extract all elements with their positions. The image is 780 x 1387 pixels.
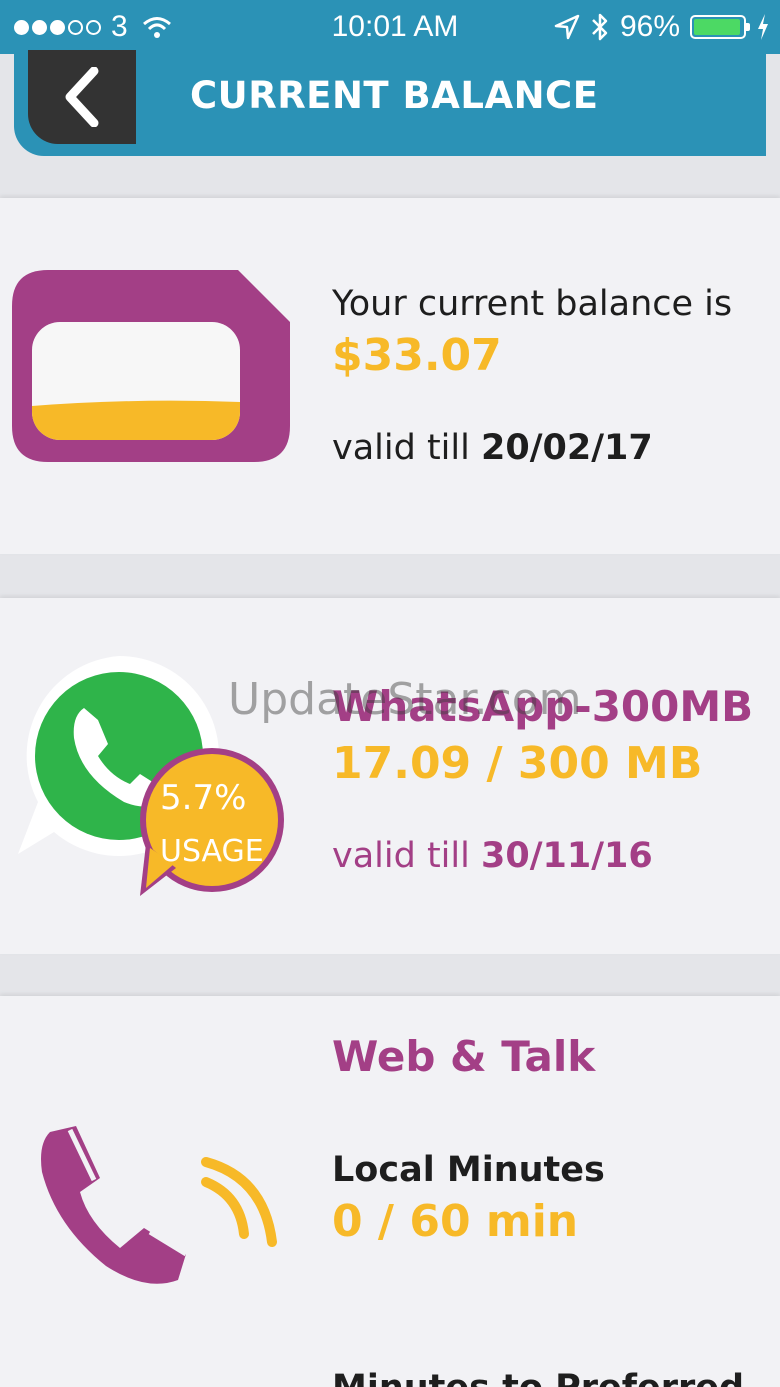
phone-icon: [41, 1126, 277, 1284]
valid-prefix: valid till: [332, 428, 470, 468]
balance-amount: $33.07: [332, 330, 502, 381]
preferred-minutes-label: Minutes to Preferred: [332, 1368, 744, 1387]
bundle-usage: 17.09 / 300 MB: [332, 738, 703, 789]
app-header: CURRENT BALANCE: [14, 50, 766, 156]
chevron-left-icon: [65, 67, 99, 127]
back-button[interactable]: [28, 50, 136, 144]
page-title: CURRENT BALANCE: [190, 74, 599, 117]
valid-date: 30/11/16: [481, 836, 653, 876]
section-title: Web & Talk: [332, 1032, 596, 1081]
local-minutes-value: 0 / 60 min: [332, 1196, 579, 1247]
battery-icon: [690, 15, 750, 39]
charging-bolt-icon: [758, 14, 768, 40]
status-right: 96%: [554, 10, 770, 44]
usage-label: USAGE: [160, 834, 264, 869]
valid-prefix: valid till: [332, 836, 470, 876]
sim-card-icon: [12, 270, 290, 462]
balance-validity: valid till 20/02/17: [332, 428, 653, 468]
watermark: UpdateStar.com: [228, 674, 582, 725]
usage-badge: [140, 748, 284, 896]
valid-date: 20/02/17: [481, 428, 653, 468]
balance-label: Your current balance is: [332, 284, 733, 324]
bundle-validity: valid till 30/11/16: [332, 836, 653, 876]
battery-percent: 96%: [619, 10, 680, 43]
status-bar: 3 10:01 AM 96%: [0, 0, 780, 54]
bluetooth-icon: [592, 13, 608, 41]
web-talk-card: Web & Talk Local Minutes 0 / 60 min Minu…: [0, 996, 780, 1387]
balance-card: Your current balance is $33.07 valid til…: [0, 198, 780, 554]
usage-percent: 5.7%: [160, 778, 247, 818]
local-minutes-label: Local Minutes: [332, 1150, 605, 1190]
whatsapp-bundle-card: 5.7% USAGE WhatsApp-300MB 17.09 / 300 MB…: [0, 598, 780, 954]
location-arrow-icon: [554, 14, 580, 40]
